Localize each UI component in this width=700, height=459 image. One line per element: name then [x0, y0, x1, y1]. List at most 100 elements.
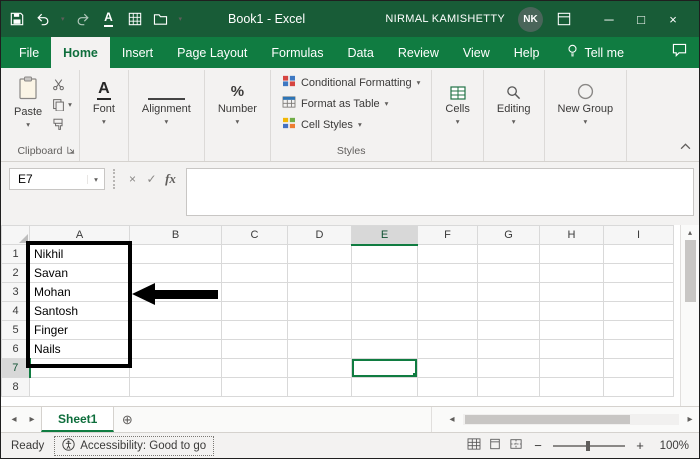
view-page-break-button[interactable]: [509, 438, 523, 453]
h-scroll-left-button[interactable]: ◂: [443, 414, 461, 425]
column-header-B[interactable]: B: [129, 225, 222, 245]
cell-I5[interactable]: [603, 320, 674, 340]
cell-D5[interactable]: [287, 320, 352, 340]
cell-F8[interactable]: [417, 377, 478, 397]
font-button[interactable]: A Font ▾: [87, 72, 121, 126]
cell-F3[interactable]: [417, 282, 478, 302]
cell-A5[interactable]: Finger: [29, 320, 130, 340]
insert-function-button[interactable]: fx: [161, 168, 180, 190]
collapse-ribbon-button[interactable]: [680, 137, 691, 155]
view-page-layout-button[interactable]: [488, 438, 502, 453]
cell-D2[interactable]: [287, 263, 352, 283]
cell-H7[interactable]: [539, 358, 604, 378]
cell-B3[interactable]: [129, 282, 222, 302]
cell-F7[interactable]: [417, 358, 478, 378]
avatar[interactable]: NK: [518, 6, 543, 32]
cell-A1[interactable]: Nikhil: [29, 244, 130, 264]
zoom-slider[interactable]: [553, 440, 625, 451]
column-header-F[interactable]: F: [417, 225, 478, 245]
comment-button[interactable]: [672, 37, 687, 68]
tab-file[interactable]: File: [7, 37, 51, 68]
cell-E7[interactable]: [351, 358, 418, 378]
tab-help[interactable]: Help: [502, 37, 552, 68]
column-header-C[interactable]: C: [221, 225, 288, 245]
cell-G4[interactable]: [477, 301, 540, 321]
cell-E1[interactable]: [351, 244, 418, 264]
cell-styles-button[interactable]: Cell Styles ▾: [278, 114, 424, 135]
cell-I8[interactable]: [603, 377, 674, 397]
cancel-button[interactable]: ×: [123, 168, 142, 190]
cell-I1[interactable]: [603, 244, 674, 264]
qat-customize-caret-icon[interactable]: ▾: [179, 16, 183, 23]
cell-H6[interactable]: [539, 339, 604, 359]
cell-E5[interactable]: [351, 320, 418, 340]
name-box[interactable]: E7 ▾: [9, 168, 105, 190]
cell-G2[interactable]: [477, 263, 540, 283]
cell-A3[interactable]: Mohan: [29, 282, 130, 302]
column-header-G[interactable]: G: [477, 225, 540, 245]
cell-C2[interactable]: [221, 263, 288, 283]
row-header-5[interactable]: 5: [1, 320, 30, 340]
dialog-launcher-icon[interactable]: [67, 145, 75, 157]
cell-F6[interactable]: [417, 339, 478, 359]
chevron-down-icon[interactable]: ▾: [61, 16, 65, 23]
cell-G3[interactable]: [477, 282, 540, 302]
cell-H2[interactable]: [539, 263, 604, 283]
cell-C7[interactable]: [221, 358, 288, 378]
h-scroll-thumb[interactable]: [465, 415, 630, 424]
cell-D4[interactable]: [287, 301, 352, 321]
cell-I4[interactable]: [603, 301, 674, 321]
save-icon[interactable]: [9, 11, 25, 27]
column-header-D[interactable]: D: [287, 225, 352, 245]
cell-B6[interactable]: [129, 339, 222, 359]
accessibility-status[interactable]: Accessibility: Good to go: [54, 435, 215, 456]
cell-D7[interactable]: [287, 358, 352, 378]
vertical-scroll-thumb[interactable]: [684, 240, 696, 302]
cell-D1[interactable]: [287, 244, 352, 264]
zoom-in-button[interactable]: +: [634, 438, 646, 453]
paste-button[interactable]: Paste ▾: [8, 72, 48, 129]
column-header-E[interactable]: E: [351, 225, 418, 246]
redo-icon[interactable]: [75, 11, 91, 27]
cell-G1[interactable]: [477, 244, 540, 264]
cell-D8[interactable]: [287, 377, 352, 397]
cell-A4[interactable]: Santosh: [29, 301, 130, 321]
cell-C4[interactable]: [221, 301, 288, 321]
h-scroll-right-button[interactable]: ▸: [681, 414, 699, 425]
view-normal-button[interactable]: [467, 438, 481, 453]
editing-button[interactable]: Editing ▾: [491, 72, 537, 126]
cell-I7[interactable]: [603, 358, 674, 378]
cell-B7[interactable]: [129, 358, 222, 378]
cell-H1[interactable]: [539, 244, 604, 264]
scroll-up-button[interactable]: ▴: [681, 225, 699, 240]
formula-input[interactable]: [186, 168, 694, 216]
row-header-1[interactable]: 1: [1, 244, 30, 264]
cell-F5[interactable]: [417, 320, 478, 340]
minimize-button[interactable]: ─: [593, 4, 625, 34]
cell-E8[interactable]: [351, 377, 418, 397]
tab-home[interactable]: Home: [51, 37, 110, 68]
user-name[interactable]: NIRMAL KAMISHETTY: [385, 13, 505, 25]
cell-C6[interactable]: [221, 339, 288, 359]
select-all-button[interactable]: [1, 225, 30, 245]
tab-data[interactable]: Data: [335, 37, 385, 68]
cell-I2[interactable]: [603, 263, 674, 283]
row-header-8[interactable]: 8: [1, 377, 30, 397]
cell-I6[interactable]: [603, 339, 674, 359]
formula-bar-splitter[interactable]: [113, 169, 117, 189]
cell-I3[interactable]: [603, 282, 674, 302]
column-header-A[interactable]: A: [29, 225, 130, 245]
tell-me-button[interactable]: Tell me: [567, 37, 624, 68]
cell-B5[interactable]: [129, 320, 222, 340]
tab-formulas[interactable]: Formulas: [259, 37, 335, 68]
close-button[interactable]: ×: [657, 4, 689, 34]
zoom-out-button[interactable]: −: [532, 438, 544, 453]
cell-H3[interactable]: [539, 282, 604, 302]
alignment-button[interactable]: Alignment ▾: [136, 72, 197, 126]
row-header-3[interactable]: 3: [1, 282, 30, 302]
cell-H8[interactable]: [539, 377, 604, 397]
cells-button[interactable]: Cells ▾: [439, 72, 475, 126]
sheet-nav-right-button[interactable]: ▸: [23, 407, 41, 432]
cell-C3[interactable]: [221, 282, 288, 302]
underline-icon[interactable]: A: [101, 11, 117, 27]
